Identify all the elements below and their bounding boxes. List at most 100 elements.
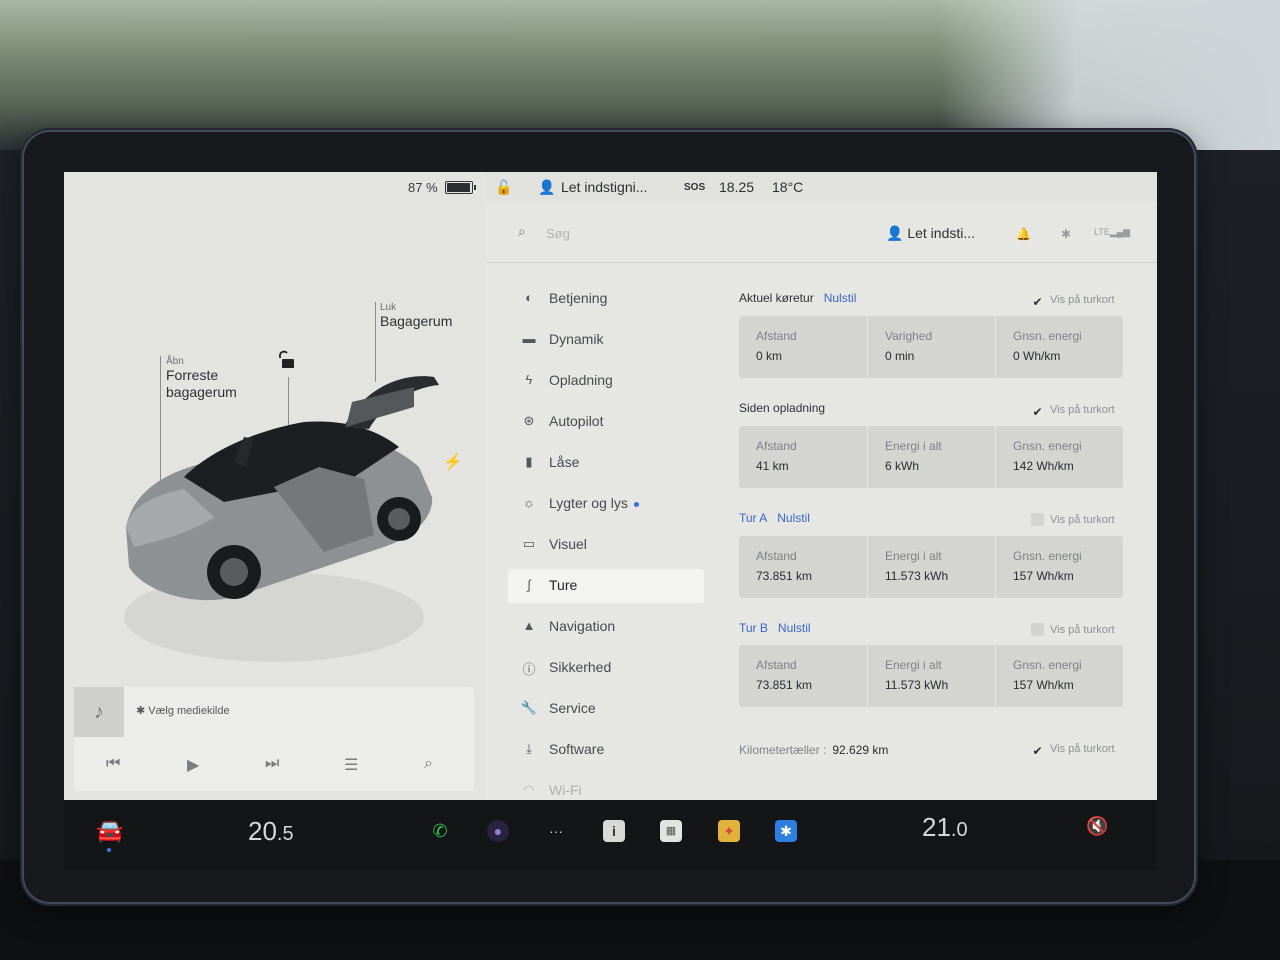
wifi-icon: ◠: [523, 782, 535, 797]
steering-wheel-icon: ⊛: [523, 413, 535, 428]
current-trip-reset-button[interactable]: Nulstil: [824, 291, 857, 305]
current-trip-title: Aktuel køretur: [739, 291, 814, 305]
nav-item-opladning[interactable]: ϟ Opladning: [508, 364, 704, 398]
more-icon[interactable]: ···: [545, 820, 567, 842]
equalizer-icon[interactable]: ☰: [344, 755, 358, 775]
media-source-select[interactable]: ✱ Vælg mediekilde: [136, 704, 230, 717]
nav-item-visuel[interactable]: ▭ Visuel: [508, 528, 704, 562]
trip-b-reset-button[interactable]: Nulstil: [778, 621, 811, 635]
nav-label-with-dot: Lygter og lys: [549, 495, 639, 511]
phone-icon[interactable]: ✆: [429, 820, 451, 842]
car-panel: 87 % Luk Bagagerum Åbn Forreste bagageru…: [64, 172, 486, 800]
car-icon: ▬: [522, 331, 536, 346]
settings-header: ⌕ 👤 Let indsti... 🔔 ✱ LTE▂▄▆: [486, 202, 1157, 263]
safety-icon: ⓘ: [522, 662, 536, 677]
bell-icon[interactable]: 🔔: [1016, 227, 1031, 241]
checkbox-label: Vis på turkort: [1050, 294, 1115, 306]
passenger-temp-decimal: .0: [950, 819, 968, 841]
toybox-icon[interactable]: ✦: [718, 820, 740, 842]
current-trip-show-checkbox[interactable]: ✔ Vis på turkort: [1031, 294, 1115, 309]
passenger-temperature[interactable]: 21.0: [922, 812, 968, 843]
nav-item-lygter[interactable]: ☼ Lygter og lys: [508, 487, 704, 521]
stat-cell: Gnsn. energi 157 Wh/km: [995, 645, 1124, 707]
odometer-label: Kilometertæller :: [739, 743, 827, 757]
download-icon: ⤓: [526, 741, 532, 756]
display-icon: ▭: [522, 536, 536, 551]
stat-cell: Varighed 0 min: [867, 316, 996, 378]
notification-dot: [633, 501, 639, 507]
nav-item-ture[interactable]: ∫ Ture: [508, 569, 704, 603]
car-model-image[interactable]: [114, 367, 454, 687]
stat-value: 73.851 km: [756, 569, 813, 583]
nav-item-sikkerhed[interactable]: ⓘ Sikkerhed: [508, 651, 704, 685]
stat-label: Afstand: [756, 658, 797, 672]
previous-track-icon[interactable]: ⏮: [106, 755, 120, 773]
music-note-icon[interactable]: ♪: [74, 687, 124, 737]
since-charge-title: Siden opladning: [739, 401, 826, 415]
search-input[interactable]: [544, 221, 748, 245]
nav-label: Opladning: [549, 372, 613, 388]
toggle-icon: ◐: [525, 290, 533, 305]
stat-value: 0 min: [885, 349, 915, 363]
mute-icon[interactable]: 🔇: [1086, 816, 1108, 837]
next-track-icon[interactable]: ⏭: [265, 755, 279, 773]
nav-item-betjening[interactable]: ◐ Betjening: [508, 282, 704, 316]
nav-item-navigation[interactable]: ▲ Navigation: [508, 610, 704, 644]
header-profile[interactable]: 👤 Let indsti...: [886, 225, 975, 242]
trunk-control[interactable]: Luk Bagagerum: [380, 302, 452, 330]
bluetooth-icon[interactable]: ✱: [775, 820, 797, 842]
camera-icon[interactable]: ●: [487, 820, 509, 842]
lock-status-icon[interactable]: 🔓: [495, 179, 512, 196]
since-charge-show-checkbox[interactable]: ✔ Vis på turkort: [1031, 404, 1115, 419]
stat-label: Afstand: [756, 329, 797, 343]
media-source-label: Vælg mediekilde: [148, 705, 230, 717]
clock: 18.25: [719, 179, 755, 195]
checkbox-label: Vis på turkort: [1050, 404, 1115, 416]
active-indicator-dot: [107, 848, 111, 852]
sun-icon: ☼: [523, 495, 535, 510]
stat-label: Energi i alt: [885, 549, 942, 563]
stat-label: Energi i alt: [885, 658, 942, 672]
driver-temperature[interactable]: 20.5: [248, 816, 294, 847]
driver-temp-whole: 20: [248, 816, 277, 846]
stat-cell: Afstand 41 km: [739, 426, 867, 488]
trip-a-show-checkbox[interactable]: Vis på turkort: [1031, 513, 1115, 526]
search-icon[interactable]: ⌕: [424, 755, 433, 773]
taskbar: 🚘 20.5 ✆ ● ··· i ▦ ✦ ✱ 21.0 🔇: [64, 800, 1157, 870]
stat-value: 157 Wh/km: [1013, 678, 1074, 692]
settings-panel: ⌕ 👤 Let indsti... 🔔 ✱ LTE▂▄▆ ◐Betjening …: [486, 202, 1157, 800]
trip-b-show-checkbox[interactable]: Vis på turkort: [1031, 623, 1115, 636]
navigation-icon: ▲: [522, 618, 536, 633]
calendar-icon[interactable]: ▦: [660, 820, 682, 842]
nav-label: Navigation: [549, 618, 616, 634]
nav-label: Visuel: [549, 536, 587, 552]
nav-item-service[interactable]: 🔧 Service: [508, 692, 704, 726]
nav-label: Lygter og lys: [549, 495, 628, 511]
nav-item-dynamik[interactable]: ▬ Dynamik: [508, 323, 704, 357]
trips-icon: ∫: [527, 577, 531, 592]
nav-item-laase[interactable]: ▮ Låse: [508, 446, 704, 480]
trip-a-reset-button[interactable]: Nulstil: [777, 511, 810, 525]
nav-item-autopilot[interactable]: ⊛ Autopilot: [508, 405, 704, 439]
play-icon[interactable]: ▶: [187, 755, 199, 775]
passenger-temp-whole: 21: [922, 812, 951, 842]
car-icon[interactable]: 🚘: [96, 818, 123, 844]
bluetooth-icon[interactable]: ✱: [1061, 227, 1071, 241]
stat-label: Gnsn. energi: [1013, 439, 1082, 453]
nav-label: Autopilot: [549, 413, 604, 429]
sos-icon[interactable]: SOS: [684, 182, 705, 193]
nav-label: Betjening: [549, 290, 608, 306]
stat-label: Gnsn. energi: [1013, 329, 1082, 343]
nav-label: Ture: [549, 577, 578, 593]
nav-item-software[interactable]: ⤓ Software: [508, 733, 704, 767]
checkmark-icon: ✔: [1032, 744, 1043, 758]
lock-icon: ▮: [525, 454, 533, 469]
stat-cell: Afstand 73.851 km: [739, 536, 867, 598]
frunk-action: Åbn: [166, 356, 184, 367]
stat-cell: Energi i alt 6 kWh: [867, 426, 996, 488]
checkbox-label: Vis på turkort: [1050, 624, 1115, 636]
status-profile-name[interactable]: Let indstigni...: [561, 179, 647, 195]
nav-item-wifi[interactable]: ◠ Wi-Fi: [508, 774, 704, 800]
info-icon[interactable]: i: [603, 820, 625, 842]
odometer-show-checkbox[interactable]: ✔ Vis på turkort: [1031, 743, 1114, 758]
